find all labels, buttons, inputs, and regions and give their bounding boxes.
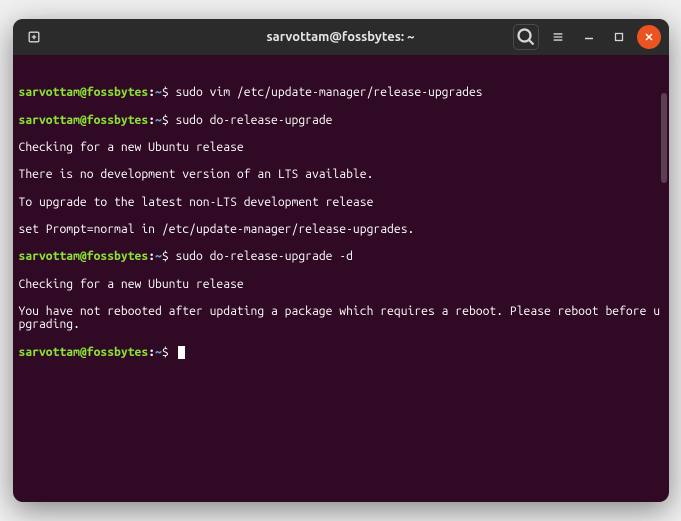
prompt-dollar: $ bbox=[162, 250, 169, 263]
terminal-command: sudo vim /etc/update-manager/release-upg… bbox=[176, 86, 483, 99]
minimize-button[interactable] bbox=[577, 25, 601, 49]
prompt-colon: : bbox=[148, 346, 155, 359]
terminal-output: set Prompt=normal in /etc/update-manager… bbox=[19, 223, 663, 237]
prompt-user: sarvottam@fossbytes bbox=[19, 114, 149, 127]
prompt-colon: : bbox=[148, 86, 155, 99]
terminal-window: sarvottam@fossbytes: ~ bbox=[13, 19, 669, 502]
prompt-dollar: $ bbox=[162, 86, 169, 99]
prompt-dollar: $ bbox=[162, 346, 169, 359]
terminal-command: sudo do-release-upgrade -d bbox=[176, 250, 353, 263]
close-button[interactable] bbox=[637, 25, 661, 49]
terminal-body[interactable]: sarvottam@fossbytes:~$ sudo vim /etc/upd… bbox=[13, 55, 669, 502]
prompt-user: sarvottam@fossbytes bbox=[19, 86, 149, 99]
terminal-output: There is no development version of an LT… bbox=[19, 168, 663, 182]
terminal-output: Checking for a new Ubuntu release bbox=[19, 141, 663, 155]
prompt-colon: : bbox=[148, 114, 155, 127]
prompt-user: sarvottam@fossbytes bbox=[19, 346, 149, 359]
prompt-dollar: $ bbox=[162, 114, 169, 127]
titlebar: sarvottam@fossbytes: ~ bbox=[13, 19, 669, 55]
titlebar-right bbox=[513, 24, 661, 50]
titlebar-left bbox=[21, 24, 47, 50]
prompt-user: sarvottam@fossbytes bbox=[19, 250, 149, 263]
hamburger-menu-button[interactable] bbox=[545, 24, 571, 50]
window-title: sarvottam@fossbytes: ~ bbox=[267, 30, 415, 44]
terminal-output: You have not rebooted after updating a p… bbox=[19, 305, 663, 332]
scrollbar[interactable] bbox=[661, 93, 667, 183]
cursor bbox=[178, 346, 185, 359]
terminal-output: To upgrade to the latest non-LTS develop… bbox=[19, 196, 663, 210]
search-button[interactable] bbox=[513, 24, 539, 50]
prompt-path: ~ bbox=[155, 86, 162, 99]
terminal-command: sudo do-release-upgrade bbox=[176, 114, 333, 127]
prompt-colon: : bbox=[148, 250, 155, 263]
prompt-path: ~ bbox=[155, 250, 162, 263]
terminal-output: Checking for a new Ubuntu release bbox=[19, 278, 663, 292]
maximize-button[interactable] bbox=[607, 25, 631, 49]
prompt-path: ~ bbox=[155, 346, 162, 359]
new-tab-button[interactable] bbox=[21, 24, 47, 50]
prompt-path: ~ bbox=[155, 114, 162, 127]
